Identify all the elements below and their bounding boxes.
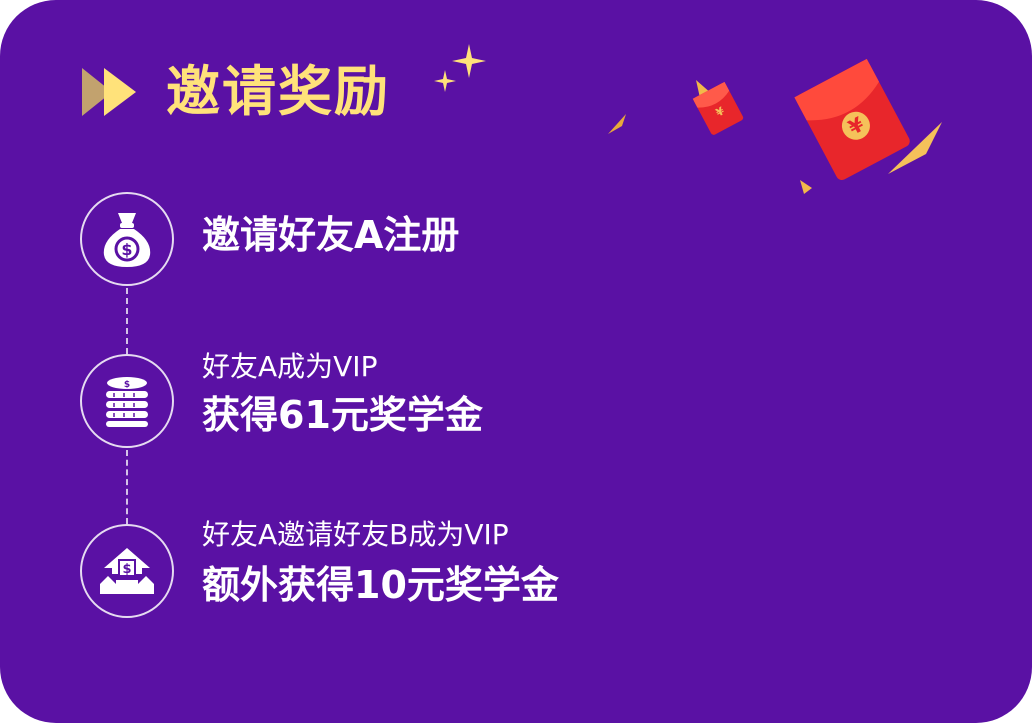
step-2-text: 好友A成为VIP 获得61元奖学金 [202, 350, 483, 438]
red-envelope-decoration: ¥ ¥ [608, 58, 942, 194]
step-3-main-text: 额外获得10元奖学金 [202, 563, 559, 607]
step-connector [126, 288, 128, 354]
section-header: 邀请奖励 [82, 52, 390, 132]
step-3-icon-circle: $ [80, 524, 174, 618]
step-connector [126, 450, 128, 524]
sparkle-small-icon [434, 70, 456, 92]
sparkle-icon [452, 44, 486, 78]
svg-text:$: $ [124, 380, 130, 390]
step-1-icon-circle: $ [80, 192, 174, 286]
section-title: 邀请奖励 [166, 60, 390, 123]
step-2-main-text: 获得61元奖学金 [202, 393, 483, 437]
svg-text:$: $ [121, 240, 132, 259]
invite-reward-card: 邀请奖励 ¥ ¥ $ 邀请好友A注册 $ 好友A成为VIP 获得61元奖学金 $… [0, 0, 1032, 723]
money-bag-icon: $ [103, 213, 151, 267]
money-house-icon: $ [100, 548, 154, 594]
step-3-text: 好友A邀请好友B成为VIP 额外获得10元奖学金 [202, 518, 559, 608]
step-3-sub-text: 好友A邀请好友B成为VIP [202, 518, 509, 551]
step-1-main-text: 邀请好友A注册 [202, 213, 460, 257]
double-arrow-icon [82, 68, 136, 116]
svg-text:$: $ [122, 562, 131, 577]
step-2-icon-circle: $ [80, 354, 174, 448]
step-1-text: 邀请好友A注册 [202, 212, 459, 258]
coin-stack-icon: $ [106, 377, 148, 427]
step-2-sub-text: 好友A成为VIP [202, 350, 378, 383]
